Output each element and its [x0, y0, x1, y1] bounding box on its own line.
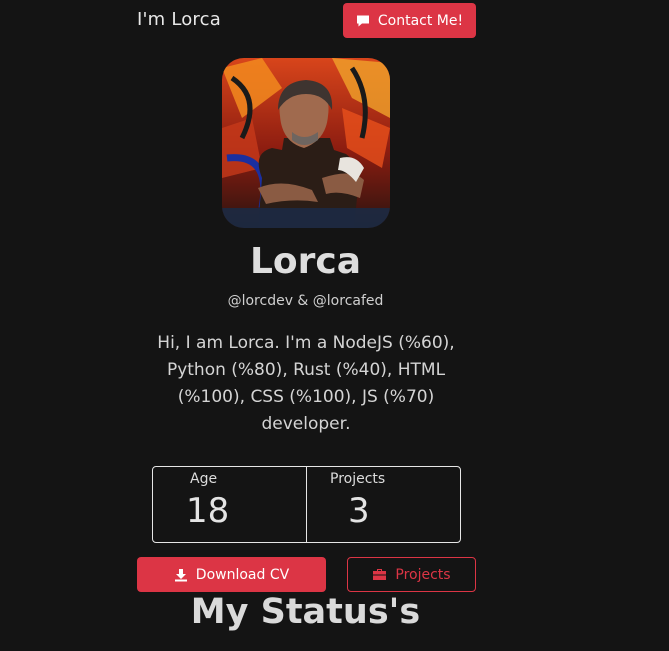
stat-age-label: Age: [190, 471, 218, 487]
stat-projects: Projects 3: [306, 467, 460, 542]
download-icon: [174, 568, 188, 582]
comment-icon: [356, 14, 370, 28]
download-cv-label: Download CV: [195, 566, 290, 583]
stat-projects-label: Projects: [330, 471, 386, 487]
contact-button-label: Contact Me!: [377, 12, 464, 29]
stat-age: Age 18: [153, 467, 306, 542]
download-cv-button[interactable]: Download CV: [137, 557, 326, 592]
site-brand[interactable]: I'm Lorca: [137, 9, 221, 30]
section-title: My Status's: [190, 592, 421, 632]
profile-bio: Hi, I am Lorca. I'm a NodeJS (%60), Pyth…: [157, 333, 455, 434]
stats-card: Age 18 Projects 3: [152, 466, 461, 543]
projects-button-label: Projects: [395, 566, 451, 583]
projects-button[interactable]: Projects: [347, 557, 476, 592]
profile-avatar: [222, 58, 390, 228]
stat-age-value: 18: [186, 491, 230, 531]
stat-projects-value: 3: [348, 491, 370, 531]
profile-handles: @lorcdev & @lorcafed: [227, 293, 384, 309]
profile-name: Lorca: [249, 241, 362, 282]
briefcase-icon: [372, 568, 387, 581]
contact-button[interactable]: Contact Me!: [343, 3, 476, 38]
